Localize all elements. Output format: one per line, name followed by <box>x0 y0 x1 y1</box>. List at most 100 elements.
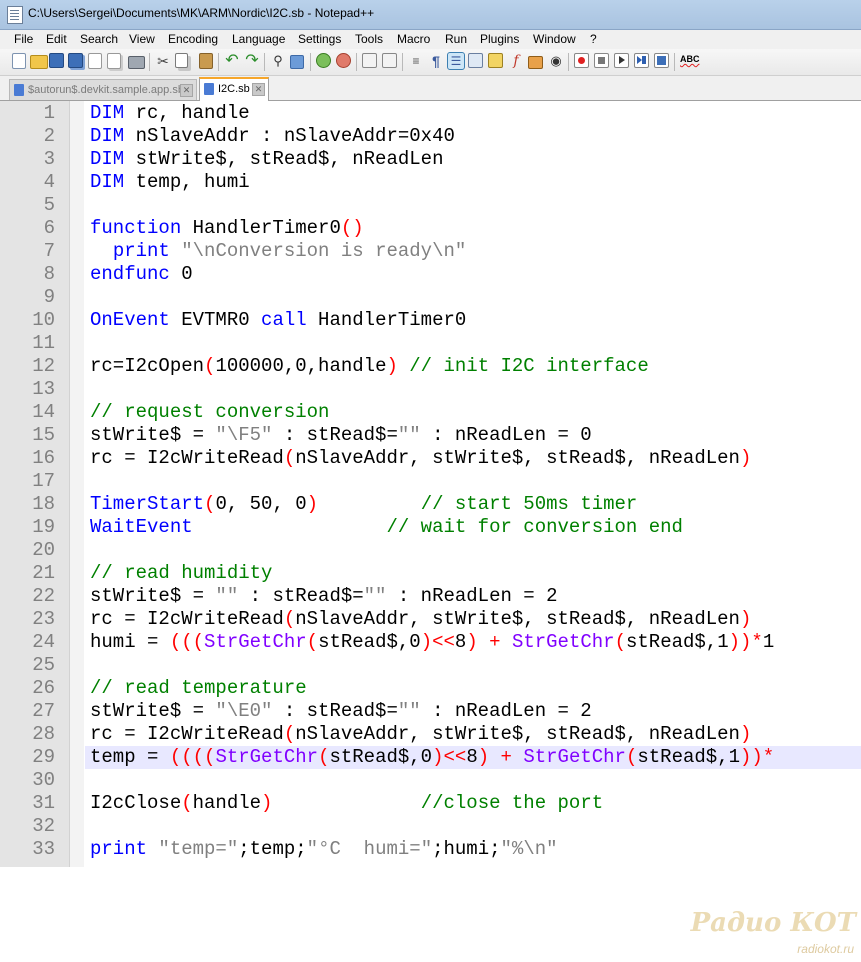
menu-macro[interactable]: Macro <box>397 32 430 46</box>
line-number: 31 <box>32 792 55 814</box>
open-file-icon[interactable] <box>30 55 48 69</box>
menu-help[interactable]: ? <box>590 32 597 46</box>
menu-edit[interactable]: Edit <box>46 32 67 46</box>
spell-check-icon[interactable]: ABC <box>680 53 700 69</box>
menu-settings[interactable]: Settings <box>298 32 341 46</box>
code-token: // read humidity <box>90 562 273 584</box>
code-line[interactable]: // request conversion <box>90 401 329 424</box>
code-token: "temp=" <box>158 838 239 860</box>
code-line[interactable]: // read humidity <box>90 562 272 585</box>
menu-file[interactable]: File <box>14 32 33 46</box>
code-line[interactable]: temp = ((((StrGetChr(stRead$,0)<<8) + St… <box>90 746 774 769</box>
menu-language[interactable]: Language <box>232 32 285 46</box>
save-icon[interactable] <box>49 53 64 68</box>
code-line[interactable]: humi = (((StrGetChr(stRead$,0)<<8) + Str… <box>90 631 774 654</box>
show-all-chars-icon[interactable]: ¶ <box>428 53 444 69</box>
menu-window[interactable]: Window <box>533 32 576 46</box>
indent-guide-icon[interactable]: ☰ <box>447 52 465 70</box>
sync-vertical-icon[interactable] <box>362 53 377 68</box>
tab-close-icon[interactable]: ✕ <box>252 83 265 96</box>
menu-view[interactable]: View <box>129 32 155 46</box>
code-token: ) <box>306 493 319 515</box>
undo-icon[interactable]: ↶ <box>224 53 240 69</box>
paste-icon[interactable] <box>199 53 213 69</box>
tab-i2c[interactable]: I2C.sb ✕ <box>199 77 269 102</box>
code-line[interactable]: stWrite$ = "" : stRead$="" : nReadLen = … <box>90 585 558 608</box>
line-number: 3 <box>43 148 55 170</box>
tab-bar: $autorun$.devkit.sample.app.sb ✕ I2C.sb … <box>0 76 861 102</box>
user-defined-language-icon[interactable] <box>468 53 483 68</box>
code-line[interactable]: DIM temp, humi <box>90 171 250 194</box>
tab-close-icon[interactable]: ✕ <box>180 84 193 97</box>
tab-autorun-devkit[interactable]: $autorun$.devkit.sample.app.sb ✕ <box>9 79 197 100</box>
code-line[interactable]: rc = I2cWriteRead(nSlaveAddr, stWrite$, … <box>90 723 751 746</box>
code-line[interactable]: TimerStart(0, 50, 0) // start 50ms timer <box>90 493 637 516</box>
line-number: 2 <box>43 125 55 147</box>
play-multiple-icon[interactable] <box>634 53 649 68</box>
code-line[interactable]: DIM rc, handle <box>90 102 250 125</box>
code-line[interactable]: print "temp=";temp;"°C humi=";humi;"%\n" <box>90 838 558 861</box>
code-token: function <box>90 217 182 239</box>
new-file-icon[interactable] <box>12 53 26 69</box>
file-icon <box>14 84 24 96</box>
document-map-icon[interactable] <box>488 53 503 68</box>
close-icon[interactable] <box>88 53 102 69</box>
replace-icon[interactable] <box>290 55 304 69</box>
code-line[interactable]: WaitEvent // wait for conversion end <box>90 516 683 539</box>
record-macro-icon[interactable] <box>574 53 589 68</box>
code-token: StrGetChr <box>215 746 319 768</box>
save-all-icon[interactable] <box>68 53 83 68</box>
code-line[interactable]: function HandlerTimer0() <box>90 217 364 240</box>
menu-plugins[interactable]: Plugins <box>480 32 519 46</box>
code-token: ( <box>204 355 216 377</box>
menu-search[interactable]: Search <box>80 32 118 46</box>
function-list-icon[interactable]: f <box>508 53 524 69</box>
code-line[interactable]: rc = I2cWriteRead(nSlaveAddr, stWrite$, … <box>90 608 751 631</box>
code-token: // init I2C interface <box>409 355 649 377</box>
cut-icon[interactable]: ✂ <box>155 53 171 69</box>
close-all-icon[interactable] <box>107 53 121 69</box>
folder-as-workspace-icon[interactable] <box>528 56 543 69</box>
code-line[interactable]: stWrite$ = "\F5" : stRead$="" : nReadLen… <box>90 424 592 447</box>
code-line[interactable]: DIM nSlaveAddr : nSlaveAddr=0x40 <box>90 125 455 148</box>
stop-record-icon[interactable] <box>594 53 609 68</box>
code-token: ) <box>261 792 273 814</box>
zoom-out-icon[interactable] <box>336 53 351 68</box>
code-line[interactable]: DIM stWrite$, stRead$, nReadLen <box>90 148 443 171</box>
zoom-in-icon[interactable] <box>316 53 331 68</box>
find-icon[interactable]: ⚲ <box>270 53 286 69</box>
code-token: nSlaveAddr, stWrite$, stRead$, nReadLen <box>295 723 740 745</box>
watermark-title: Радио КОТ <box>690 908 856 938</box>
line-number: 15 <box>32 424 55 446</box>
monitoring-icon[interactable]: ◉ <box>548 53 564 69</box>
copy-icon[interactable] <box>175 53 188 68</box>
code-editor[interactable]: 1 2 3 4 5 6 7 8 9 10 11 12 13 14 15 16 17 18 19 20 21 22 23 24 2… <box>0 101 861 956</box>
play-macro-icon[interactable] <box>614 53 629 68</box>
code-line[interactable]: rc = I2cWriteRead(nSlaveAddr, stWrite$, … <box>90 447 751 470</box>
code-line[interactable]: OnEvent EVTMR0 call HandlerTimer0 <box>90 309 466 332</box>
save-macro-icon[interactable] <box>654 53 669 68</box>
code-token: (((( <box>169 746 216 768</box>
code-token: stRead$,1 <box>637 746 740 768</box>
menu-bar: File Edit Search View Encoding Language … <box>0 30 861 49</box>
menu-tools[interactable]: Tools <box>355 32 383 46</box>
code-line[interactable]: print "\nConversion is ready\n" <box>90 240 466 263</box>
code-line[interactable]: rc=I2cOpen(100000,0,handle) // init I2C … <box>90 355 649 378</box>
sync-horizontal-icon[interactable] <box>382 53 397 68</box>
code-token: OnEvent <box>90 309 170 331</box>
code-line[interactable]: // read temperature <box>90 677 307 700</box>
notepad-app-icon[interactable] <box>7 6 23 24</box>
code-line[interactable]: endfunc 0 <box>90 263 193 286</box>
redo-icon[interactable]: ↷ <box>244 53 260 69</box>
print-icon[interactable] <box>128 56 145 69</box>
word-wrap-icon[interactable]: ≡ <box>408 53 424 69</box>
code-token: + <box>500 746 512 768</box>
code-line[interactable]: I2cClose(handle) //close the port <box>90 792 603 815</box>
menu-encoding[interactable]: Encoding <box>168 32 218 46</box>
code-line[interactable]: stWrite$ = "\E0" : stRead$="" : nReadLen… <box>90 700 592 723</box>
menu-run[interactable]: Run <box>445 32 467 46</box>
code-token: ((( <box>169 631 205 653</box>
